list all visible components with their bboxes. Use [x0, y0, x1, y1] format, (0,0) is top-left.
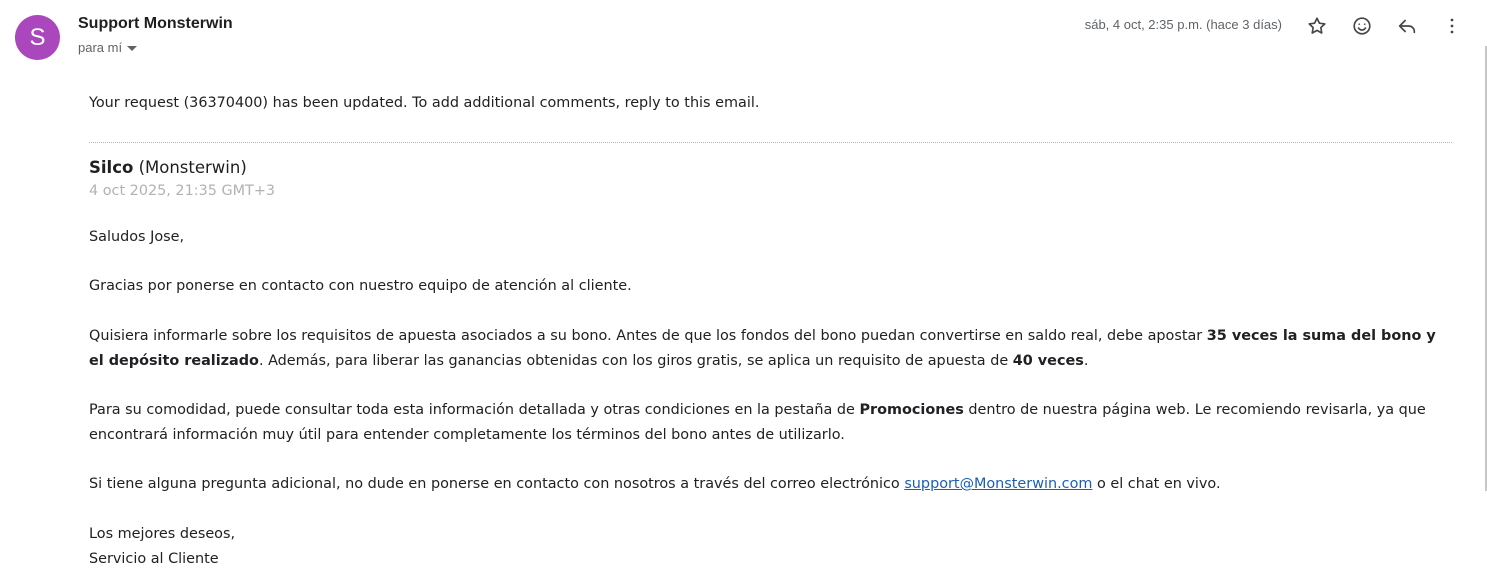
signature: Servicio al Cliente	[89, 551, 219, 567]
promotions-bold: Promociones	[859, 402, 964, 418]
agent-name: Silco	[89, 158, 134, 177]
contact-text-1: Si tiene alguna pregunta adicional, no d…	[89, 476, 905, 492]
greeting: Saludos Jose,	[89, 229, 185, 245]
promotions-text-1: Para su comodidad, puede consultar toda …	[89, 402, 860, 418]
wagering-text-2: . Además, para liberar las ganancias obt…	[258, 353, 1013, 369]
reply-icon[interactable]	[1393, 12, 1421, 40]
emoji-icon[interactable]	[1348, 12, 1376, 40]
divider	[89, 142, 1452, 143]
closing: Los mejores deseos,	[89, 526, 236, 542]
star-icon[interactable]	[1303, 12, 1331, 40]
agent-org: (Monsterwin)	[138, 158, 247, 177]
wagering-text-1: Quisiera informarle sobre los requisitos…	[89, 328, 1207, 344]
wagering-text-3: .	[1083, 353, 1089, 369]
message-date: sáb, 4 oct, 2:35 p.m. (hace 3 días)	[1084, 17, 1282, 32]
more-vert-icon[interactable]	[1438, 12, 1466, 40]
wagering-paragraph: Quisiera informarle sobre los requisitos…	[89, 324, 1451, 374]
request-update-line: Your request (36370400) has been updated…	[89, 95, 760, 111]
thanks-paragraph: Gracias por ponerse en contacto con nues…	[89, 278, 632, 294]
support-email-link[interactable]: support@Monsterwin.com	[904, 476, 1092, 492]
chevron-down-icon[interactable]	[127, 46, 138, 51]
recipient-label: para mí	[78, 40, 123, 55]
wagering-bold-2: 40 veces	[1012, 353, 1084, 369]
contact-text-2: o el chat en vivo.	[1092, 476, 1221, 492]
recipient-details-toggle[interactable]: para mí	[78, 40, 138, 55]
agent-header: Silco (Monsterwin)	[89, 158, 247, 177]
agent-date: 4 oct 2025, 21:35 GMT+3	[89, 183, 276, 199]
avatar[interactable]: S	[15, 15, 60, 60]
promotions-paragraph: Para su comodidad, puede consultar toda …	[89, 398, 1451, 448]
sender-name[interactable]: Support Monsterwin	[78, 15, 233, 33]
contact-paragraph: Si tiene alguna pregunta adicional, no d…	[89, 472, 1221, 497]
